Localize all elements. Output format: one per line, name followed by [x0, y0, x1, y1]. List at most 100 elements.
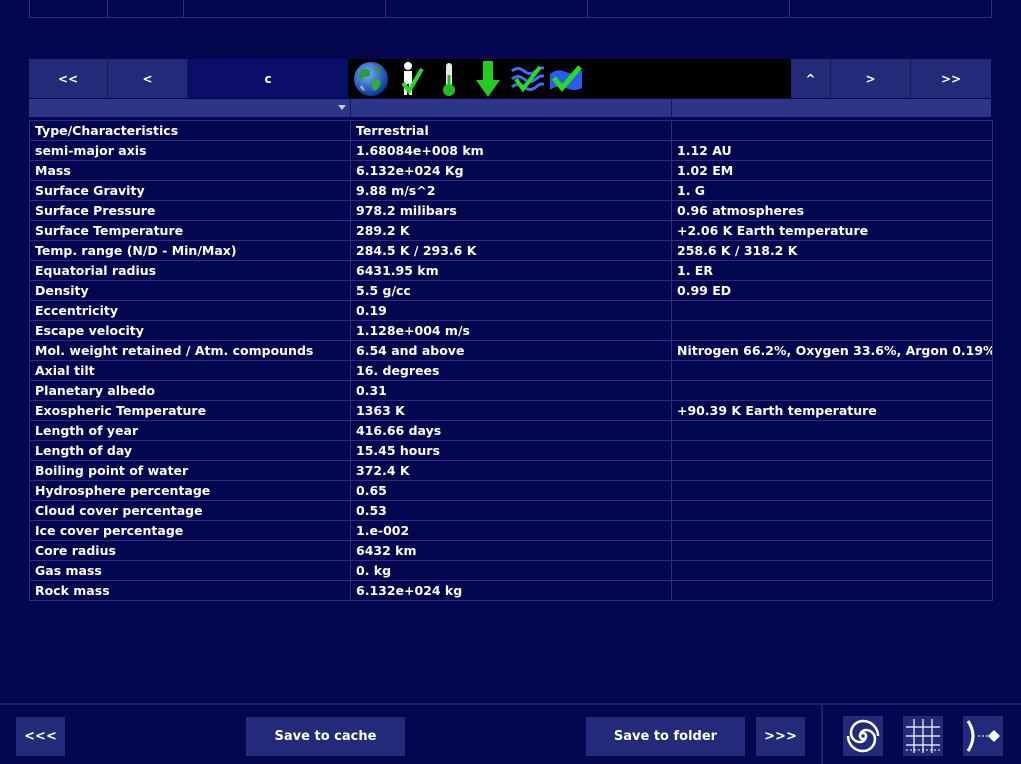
forward-button[interactable]: >>> [756, 717, 805, 756]
property-comparison-cell [671, 380, 993, 401]
property-value-cell: 9.88 m/s^2 [350, 180, 672, 201]
table-row[interactable]: Type/Characteristics Terrestrial [29, 120, 993, 141]
property-value-cell: 6432 km [350, 540, 672, 561]
property-name-cell: Surface Pressure [29, 200, 351, 221]
property-name-cell: Boiling point of water [29, 460, 351, 481]
table-row[interactable]: Mass 6.132e+024 Kg 1.02 EM [29, 160, 993, 181]
grid-icon[interactable] [903, 716, 943, 756]
bottom-divider [0, 703, 1021, 705]
table-row[interactable]: Surface Gravity 9.88 m/s^2 1. G [29, 180, 993, 201]
table-row[interactable]: Gas mass 0. kg [29, 560, 993, 581]
up-button[interactable]: ^ [791, 59, 831, 98]
check-icon[interactable] [546, 60, 585, 98]
property-name-cell: Ice cover percentage [29, 520, 351, 541]
property-comparison-cell [671, 540, 993, 561]
property-name-cell: Temp. range (N/D - Min/Max) [29, 240, 351, 261]
property-comparison-cell [671, 300, 993, 321]
table-row[interactable]: Density 5.5 g/cc 0.99 ED [29, 280, 993, 301]
property-comparison-cell: +90.39 K Earth temperature [671, 400, 993, 421]
table-row[interactable]: Hydrosphere percentage 0.65 [29, 480, 993, 501]
table-row[interactable]: Eccentricity 0.19 [29, 300, 993, 321]
thermometer-icon[interactable] [429, 60, 468, 98]
habitable-person-icon[interactable] [390, 60, 429, 98]
property-comparison-cell: 1.12 AU [671, 140, 993, 161]
property-name-cell: Length of year [29, 420, 351, 441]
property-comparison-cell: 1. G [671, 180, 993, 201]
column-header-row [29, 99, 991, 117]
next-button[interactable]: > [831, 59, 911, 98]
water-check-icon[interactable] [507, 60, 546, 98]
table-row[interactable]: Length of year 416.66 days [29, 420, 993, 441]
property-value-cell: 0.53 [350, 500, 672, 521]
table-row[interactable]: Length of day 15.45 hours [29, 440, 993, 461]
property-value-cell: 6.132e+024 kg [350, 580, 672, 601]
table-row[interactable]: Surface Pressure 978.2 milibars 0.96 atmos… [29, 200, 993, 221]
property-name-cell: Mass [29, 160, 351, 181]
column-header-1[interactable] [29, 99, 351, 117]
property-value-cell: 16. degrees [350, 360, 672, 381]
property-comparison-cell [671, 520, 993, 541]
property-value-cell: 6.132e+024 Kg [350, 160, 672, 181]
property-comparison-cell: 258.6 K / 318.2 K [671, 240, 993, 261]
table-row[interactable]: Surface Temperature 289.2 K +2.06 K Earth … [29, 220, 993, 241]
planet-properties-table: Type/Characteristics Terrestrial semi-majo… [29, 120, 993, 601]
property-value-cell: 6431.95 km [350, 260, 672, 281]
property-name-cell: Gas mass [29, 560, 351, 581]
property-name-cell: Planetary albedo [29, 380, 351, 401]
table-row[interactable]: Exospheric Temperature 1363 K +90.39 K Ear… [29, 400, 993, 421]
property-value-cell: 0.65 [350, 480, 672, 501]
property-comparison-cell: +2.06 K Earth temperature [671, 220, 993, 241]
property-name-cell: Rock mass [29, 580, 351, 601]
planet-icon-strip [349, 59, 791, 98]
galaxy-icon[interactable] [843, 716, 883, 756]
property-name-cell: Equatorial radius [29, 260, 351, 281]
property-comparison-cell: 1.02 EM [671, 160, 993, 181]
previous-button[interactable]: < [108, 59, 188, 98]
table-row[interactable]: Rock mass 6.132e+024 kg [29, 580, 993, 601]
property-value-cell: 1363 K [350, 400, 672, 421]
column-header-3[interactable] [672, 99, 991, 117]
back-button[interactable]: <<< [16, 717, 65, 756]
last-button[interactable]: >> [911, 59, 991, 98]
table-row[interactable]: Equatorial radius 6431.95 km 1. ER [29, 260, 993, 281]
table-row[interactable]: Planetary albedo 0.31 [29, 380, 993, 401]
property-comparison-cell: Nitrogen 66.2%, Oxygen 33.6%, Argon 0.19… [671, 340, 993, 361]
property-name-cell: Mol. weight retained / Atm. compounds [29, 340, 351, 361]
table-row[interactable]: semi-major axis 1.68084e+008 km 1.12 AU [29, 140, 993, 161]
table-row[interactable]: Ice cover percentage 1.e-002 [29, 520, 993, 541]
property-value-cell: 0.19 [350, 300, 672, 321]
save-to-folder-button[interactable]: Save to folder [586, 717, 745, 756]
table-row[interactable]: Temp. range (N/D - Min/Max) 284.5 K / 293… [29, 240, 993, 261]
table-row[interactable]: Mol. weight retained / Atm. compounds 6.5… [29, 340, 993, 361]
property-value-cell: 1.128e+004 m/s [350, 320, 672, 341]
down-arrow-icon[interactable] [468, 60, 507, 98]
first-button[interactable]: << [29, 59, 108, 98]
table-row[interactable]: Escape velocity 1.128e+004 m/s [29, 320, 993, 341]
current-object-label: c [188, 59, 349, 98]
property-comparison-cell [671, 360, 993, 381]
property-name-cell: Escape velocity [29, 320, 351, 341]
star-system-icon[interactable] [963, 716, 1003, 756]
property-name-cell: Length of day [29, 440, 351, 461]
property-name-cell: Eccentricity [29, 300, 351, 321]
table-row[interactable]: Core radius 6432 km [29, 540, 993, 561]
earth-icon[interactable] [351, 60, 390, 98]
property-value-cell: 15.45 hours [350, 440, 672, 461]
property-name-cell: Cloud cover percentage [29, 500, 351, 521]
property-name-cell: semi-major axis [29, 140, 351, 161]
previous-table-stub [29, 0, 992, 18]
property-comparison-cell [671, 420, 993, 441]
property-comparison-cell [671, 580, 993, 601]
column-header-2[interactable] [351, 99, 672, 117]
table-row[interactable]: Axial tilt 16. degrees [29, 360, 993, 381]
property-name-cell: Axial tilt [29, 360, 351, 381]
dropdown-arrow-icon[interactable] [338, 105, 346, 110]
table-row[interactable]: Boiling point of water 372.4 K [29, 460, 993, 481]
save-to-cache-button[interactable]: Save to cache [246, 717, 405, 756]
property-value-cell: 284.5 K / 293.6 K [350, 240, 672, 261]
property-name-cell: Core radius [29, 540, 351, 561]
property-value-cell: 372.4 K [350, 460, 672, 481]
property-value-cell: 1.68084e+008 km [350, 140, 672, 161]
table-row[interactable]: Cloud cover percentage 0.53 [29, 500, 993, 521]
property-value-cell: 5.5 g/cc [350, 280, 672, 301]
